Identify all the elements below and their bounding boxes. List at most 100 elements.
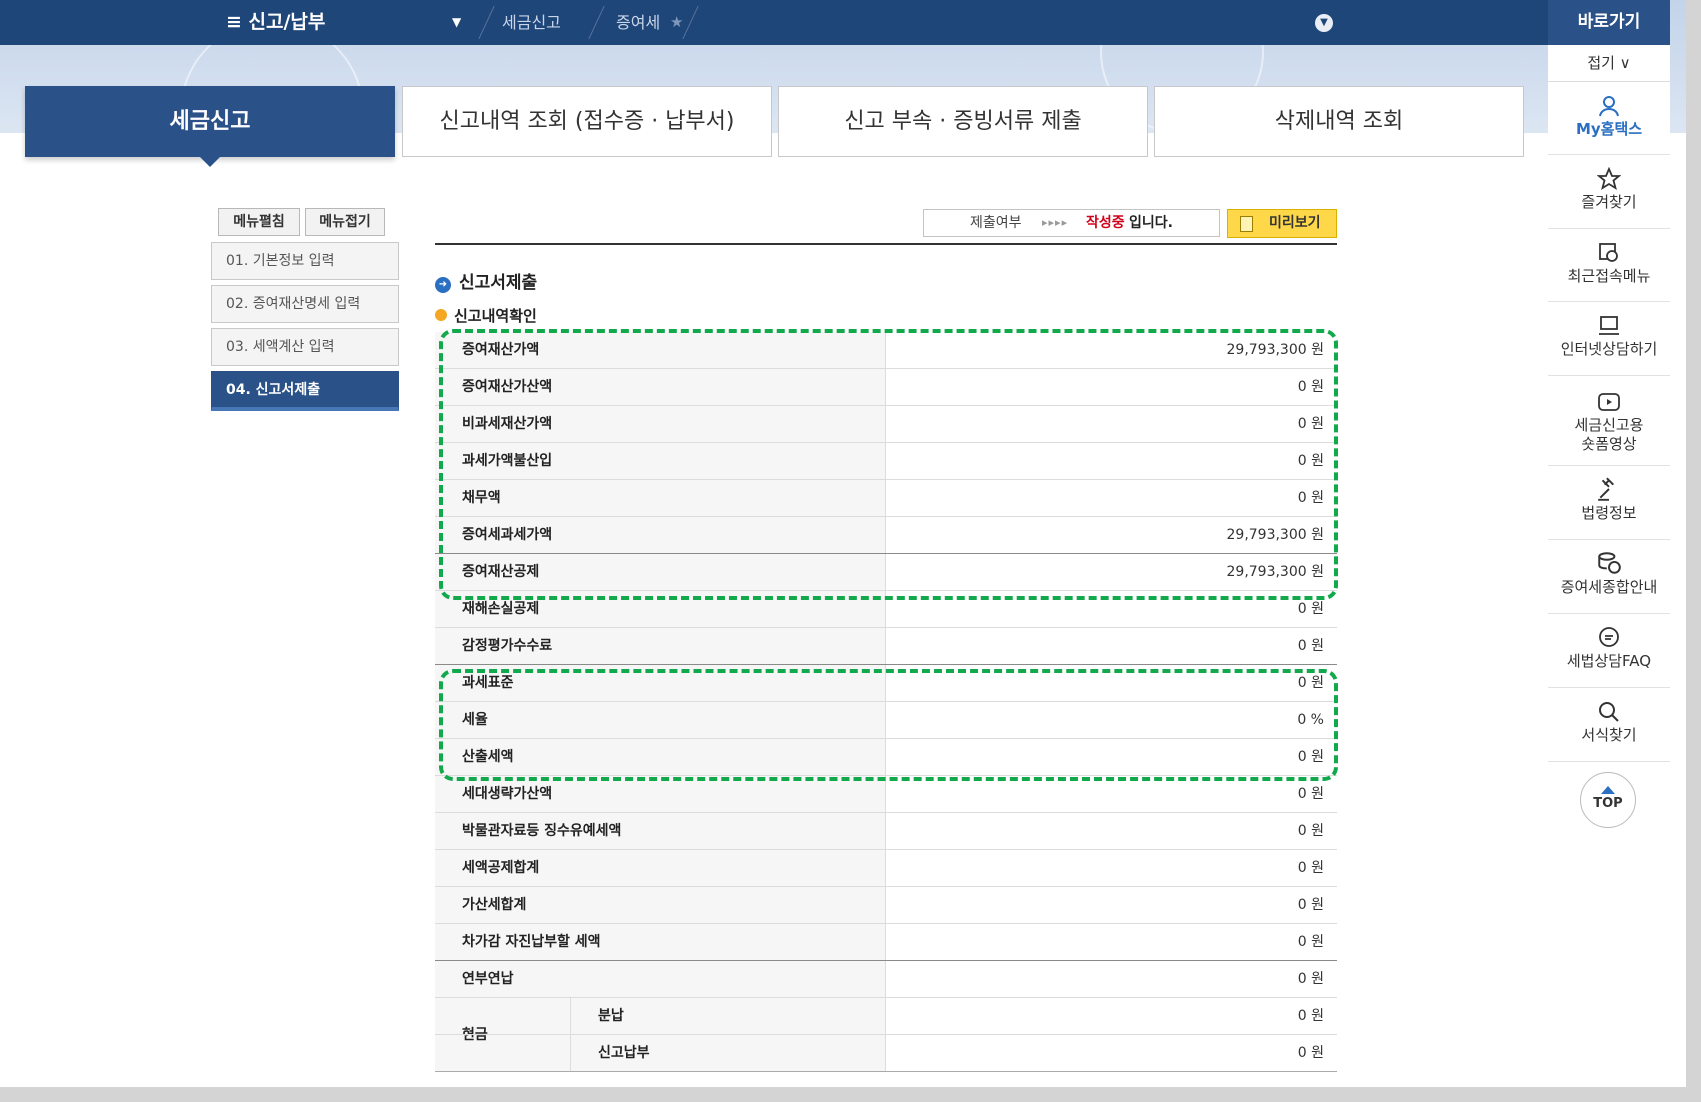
row-value: 29,793,300 원 bbox=[1226, 564, 1325, 580]
breadcrumb-separator bbox=[588, 6, 605, 39]
row-label: 증여재산가산액 bbox=[435, 369, 886, 405]
tab-tax-filing[interactable]: 세금신고 bbox=[25, 86, 395, 167]
chevron-down-icon[interactable]: ▼ bbox=[1315, 14, 1333, 32]
breadcrumb-item[interactable]: 증여세 bbox=[616, 0, 660, 45]
breadcrumb-item[interactable]: 세금신고 bbox=[502, 0, 561, 45]
table-row: 세대생략가산액 0 원 bbox=[435, 776, 1337, 813]
chevron-down-icon[interactable]: ▼ bbox=[452, 0, 461, 45]
row-value: 0 원 bbox=[1297, 749, 1324, 765]
row-label: 세액공제합계 bbox=[435, 850, 886, 886]
quick-links-panel: 바로가기 접기 ∨ My홈택스 즐겨찾기 최근접속메뉴 인터넷상담하기 세금신고… bbox=[1548, 0, 1670, 1087]
table-row: 과세표준 0 원 bbox=[435, 665, 1337, 702]
row-value: 0 원 bbox=[1297, 675, 1324, 691]
play-icon bbox=[1598, 393, 1620, 411]
step-tax-calc[interactable]: 03. 세액계산 입력 bbox=[211, 328, 399, 366]
row-label: 비과세재산가액 bbox=[435, 406, 886, 442]
row-value: 29,793,300 원 bbox=[1226, 527, 1325, 543]
step-gift-property[interactable]: 02. 증여재산명세 입력 bbox=[211, 285, 399, 323]
row-label: 박물관자료등 징수유예세액 bbox=[435, 813, 886, 849]
table-row: 세액공제합계 0 원 bbox=[435, 850, 1337, 887]
fold-toggle[interactable]: 접기 ∨ bbox=[1548, 45, 1670, 82]
chat-icon bbox=[1599, 627, 1619, 647]
row-label: 산출세액 bbox=[435, 739, 886, 775]
status-state: 작성중 bbox=[1086, 215, 1125, 231]
row-value: 0 원 bbox=[1297, 490, 1324, 506]
scroll-top-button[interactable]: TOP bbox=[1580, 772, 1636, 828]
gavel-icon bbox=[1598, 477, 1615, 501]
row-label: 감정평가수수료 bbox=[435, 628, 886, 664]
row-label: 세대생략가산액 bbox=[435, 776, 886, 812]
quick-links-title: 바로가기 bbox=[1548, 0, 1670, 45]
row-value: 0 원 bbox=[1297, 971, 1324, 987]
table-row: 비과세재산가액 0 원 bbox=[435, 406, 1337, 443]
table-row: 증여재산가산액 0 원 bbox=[435, 369, 1337, 406]
coins-icon bbox=[1598, 552, 1621, 574]
row-value: 0 원 bbox=[1297, 934, 1324, 950]
row-value: 0 원 bbox=[1297, 416, 1324, 432]
row-label: 신고납부 bbox=[570, 1035, 886, 1071]
row-value: 0 원 bbox=[1297, 786, 1324, 802]
tab-attachments[interactable]: 신고 부속 · 증빙서류 제출 bbox=[778, 86, 1148, 157]
arrow-up-icon bbox=[1601, 786, 1615, 794]
quick-law-info[interactable]: 법령정보 bbox=[1548, 466, 1670, 540]
submission-status: 제출여부 ▸▸▸▸ 작성중 입니다. bbox=[923, 209, 1220, 237]
table-row: 신고납부 0 원 bbox=[435, 1035, 1337, 1072]
quick-form-search[interactable]: 서식찾기 bbox=[1548, 688, 1670, 762]
search-icon bbox=[1599, 702, 1619, 722]
table-row: 박물관자료등 징수유예세액 0 원 bbox=[435, 813, 1337, 850]
row-label: 가산세합계 bbox=[435, 887, 886, 923]
row-value: 0 원 bbox=[1297, 453, 1324, 469]
row-value: 0 원 bbox=[1297, 1045, 1324, 1061]
status-suffix: 입니다. bbox=[1129, 215, 1173, 231]
table-row: 산출세액 0 원 bbox=[435, 739, 1337, 776]
quick-tax-faq[interactable]: 세법상담FAQ bbox=[1548, 614, 1670, 688]
quick-gift-tax-guide[interactable]: 증여세종합안내 bbox=[1548, 540, 1670, 614]
table-row: 가산세합계 0 원 bbox=[435, 887, 1337, 924]
row-value: 0 원 bbox=[1297, 601, 1324, 617]
table-row: 차가감 자진납부할 세액 0 원 bbox=[435, 924, 1337, 961]
table-row: 연부연납 0 원 bbox=[435, 961, 1337, 998]
row-value: 0 원 bbox=[1297, 860, 1324, 876]
table-row: 세율 0 % bbox=[435, 702, 1337, 739]
step-basic-info[interactable]: 01. 기본정보 입력 bbox=[211, 242, 399, 280]
row-value: 0 원 bbox=[1297, 897, 1324, 913]
table-row: 재해손실공제 0 원 bbox=[435, 591, 1337, 628]
status-label: 제출여부 bbox=[970, 215, 1022, 231]
star-icon bbox=[1597, 167, 1621, 190]
step-submit[interactable]: 04. 신고서제출 bbox=[211, 371, 399, 411]
main-menu-button[interactable]: ≡ 신고/납부 bbox=[226, 0, 325, 45]
row-label: 채무액 bbox=[435, 480, 886, 516]
breadcrumb-separator bbox=[682, 6, 699, 39]
tab-deleted-history[interactable]: 삭제내역 조회 bbox=[1154, 86, 1524, 157]
table-row: 증여세과세가액 29,793,300 원 bbox=[435, 517, 1337, 554]
row-label: 세율 bbox=[435, 702, 886, 738]
menu-collapse-button[interactable]: 메뉴접기 bbox=[305, 208, 385, 236]
quick-recent-menu[interactable]: 최근접속메뉴 bbox=[1548, 229, 1670, 302]
arrow-icon: ▸▸▸▸ bbox=[1042, 216, 1069, 229]
row-label: 차가감 자진납부할 세액 bbox=[435, 924, 886, 960]
row-label: 과세표준 bbox=[435, 665, 886, 701]
table-row: 증여재산공제 29,793,300 원 bbox=[435, 554, 1337, 591]
row-label: 재해손실공제 bbox=[435, 591, 886, 627]
quick-online-consult[interactable]: 인터넷상담하기 bbox=[1548, 302, 1670, 376]
preview-button[interactable]: 미리보기 bbox=[1227, 209, 1337, 238]
row-label: 연부연납 bbox=[435, 961, 886, 997]
quick-my-hometax[interactable]: My홈택스 bbox=[1548, 82, 1670, 155]
section-title: ➜ 신고서제출 bbox=[435, 268, 537, 293]
top-navigation-bar: ≡ 신고/납부 ▼ 세금신고 증여세 ★ ▼ bbox=[0, 0, 1548, 45]
monitor-icon bbox=[1599, 316, 1619, 335]
row-label: 증여세과세가액 bbox=[435, 517, 886, 553]
quick-favorites[interactable]: 즐겨찾기 bbox=[1548, 155, 1670, 229]
breadcrumb-separator bbox=[478, 6, 495, 39]
section-subtitle: 신고내역확인 bbox=[435, 305, 537, 326]
row-value: 0 원 bbox=[1297, 823, 1324, 839]
quick-shortform-video[interactable]: 세금신고용 숏폼영상 bbox=[1548, 376, 1670, 466]
menu-expand-button[interactable]: 메뉴펼침 bbox=[218, 208, 300, 236]
table-row: 증여재산가액 29,793,300 원 bbox=[435, 332, 1337, 369]
arrow-circle-icon: ➜ bbox=[435, 277, 451, 293]
table-row: 감정평가수수료 0 원 bbox=[435, 628, 1337, 665]
row-value: 0 % bbox=[1297, 712, 1324, 728]
page-frame: ≡ 신고/납부 ▼ 세금신고 증여세 ★ ▼ 세금신고 신고내역 조회 (접수증… bbox=[0, 0, 1686, 1087]
recent-icon bbox=[1599, 243, 1618, 262]
tab-filing-history[interactable]: 신고내역 조회 (접수증 · 납부서) bbox=[402, 86, 772, 157]
